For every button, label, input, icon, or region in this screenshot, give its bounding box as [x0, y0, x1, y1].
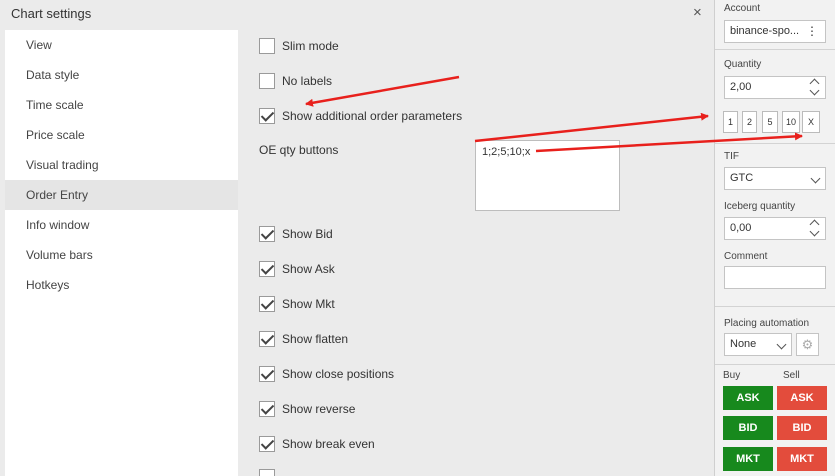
- buy-mkt-button[interactable]: MKT: [723, 447, 773, 471]
- settings-nav: View Data style Time scale Price scale V…: [5, 30, 238, 476]
- buy-ask-button[interactable]: ASK: [723, 386, 773, 410]
- option-show-break-even: Show break even: [259, 435, 375, 453]
- qty-button-x[interactable]: X: [802, 111, 820, 133]
- nav-item-price-scale[interactable]: Price scale: [5, 120, 238, 150]
- account-select[interactable]: binance-spo... ⋮: [724, 20, 826, 43]
- show-flatten-label: Show flatten: [282, 332, 349, 346]
- dialog-title: Chart settings: [11, 6, 92, 21]
- quantity-input[interactable]: 2,00: [724, 76, 826, 99]
- qty-button-5[interactable]: 5: [762, 111, 778, 133]
- nav-item-info-window[interactable]: Info window: [5, 210, 238, 240]
- show-bid-label: Show Bid: [282, 227, 333, 241]
- quantity-label: Quantity: [724, 59, 762, 70]
- show-mkt-checkbox[interactable]: [259, 296, 275, 312]
- account-label: Account: [724, 3, 761, 14]
- slim-mode-label: Slim mode: [282, 39, 339, 53]
- nav-item-time-scale[interactable]: Time scale: [5, 90, 238, 120]
- oe-qty-buttons-label: OE qty buttons: [259, 143, 339, 157]
- nav-item-hotkeys[interactable]: Hotkeys: [5, 270, 238, 300]
- divider: [715, 364, 835, 365]
- divider: [715, 143, 835, 144]
- comment-input[interactable]: [724, 266, 826, 289]
- placing-automation-label: Placing automation: [724, 318, 810, 329]
- nav-item-visual-trading[interactable]: Visual trading: [5, 150, 238, 180]
- placing-automation-value: None: [730, 338, 757, 350]
- show-break-even-label: Show break even: [282, 437, 375, 451]
- nav-item-view[interactable]: View: [5, 30, 238, 60]
- option-show-reverse: Show reverse: [259, 400, 355, 418]
- more-vertical-icon[interactable]: ⋮: [806, 21, 818, 42]
- option-slim-mode: Slim mode: [259, 37, 339, 55]
- gear-icon[interactable]: ⚙: [796, 333, 819, 356]
- option-no-labels: No labels: [259, 72, 332, 90]
- show-close-positions-checkbox[interactable]: [259, 366, 275, 382]
- oe-qty-buttons-input[interactable]: [475, 140, 620, 211]
- iceberg-input[interactable]: 0,00: [724, 217, 826, 240]
- sell-ask-button[interactable]: ASK: [777, 386, 827, 410]
- option-show-flatten: Show flatten: [259, 330, 348, 348]
- show-mkt-label: Show Mkt: [282, 297, 335, 311]
- decrement-icon[interactable]: [809, 85, 820, 96]
- iceberg-label: Iceberg quantity: [724, 201, 796, 212]
- slim-mode-checkbox[interactable]: [259, 38, 275, 54]
- chevron-down-icon: [776, 339, 787, 350]
- option-show-mkt: Show Mkt: [259, 295, 335, 313]
- additional-order-params-checkbox[interactable]: [259, 108, 275, 124]
- nav-item-volume-bars[interactable]: Volume bars: [5, 240, 238, 270]
- buy-bid-button[interactable]: BID: [723, 416, 773, 440]
- divider: [715, 306, 835, 307]
- show-reverse-label: Show reverse: [282, 402, 356, 416]
- qty-button-2[interactable]: 2: [742, 111, 757, 133]
- buy-column-label: Buy: [723, 370, 741, 381]
- close-icon[interactable]: ×: [693, 5, 702, 20]
- option-additional-order-params: Show additional order parameters: [259, 107, 462, 125]
- nav-item-data-style[interactable]: Data style: [5, 60, 238, 90]
- chart-settings-dialog: Chart settings × View Data style Time sc…: [0, 0, 714, 476]
- tif-label: TIF: [724, 151, 739, 162]
- show-bid-checkbox[interactable]: [259, 226, 275, 242]
- option-show-ask: Show Ask: [259, 260, 335, 278]
- show-ask-checkbox[interactable]: [259, 261, 275, 277]
- show-break-even-checkbox[interactable]: [259, 436, 275, 452]
- show-reverse-checkbox[interactable]: [259, 401, 275, 417]
- quantity-value: 2,00: [730, 81, 752, 93]
- comment-label: Comment: [724, 251, 768, 262]
- show-close-positions-label: Show close positions: [282, 367, 395, 381]
- sell-column-label: Sell: [783, 370, 800, 381]
- show-ask-label: Show Ask: [282, 262, 335, 276]
- qty-button-1[interactable]: 1: [723, 111, 738, 133]
- decrement-icon[interactable]: [809, 226, 820, 237]
- no-labels-label: No labels: [282, 74, 333, 88]
- option-show-close-positions: Show close positions: [259, 365, 394, 383]
- additional-order-params-label: Show additional order parameters: [282, 109, 463, 123]
- divider: [715, 49, 835, 50]
- partial-checkbox[interactable]: [259, 469, 275, 476]
- option-show-bid: Show Bid: [259, 225, 333, 243]
- sell-bid-button[interactable]: BID: [777, 416, 827, 440]
- iceberg-value: 0,00: [730, 222, 752, 234]
- placing-automation-select[interactable]: None: [724, 333, 792, 356]
- qty-button-10[interactable]: 10: [782, 111, 800, 133]
- account-value: binance-spo...: [730, 25, 800, 37]
- chevron-down-icon: [810, 173, 821, 184]
- show-flatten-checkbox[interactable]: [259, 331, 275, 347]
- tif-select[interactable]: GTC: [724, 167, 826, 190]
- tif-value: GTC: [730, 172, 754, 184]
- no-labels-checkbox[interactable]: [259, 73, 275, 89]
- sell-mkt-button[interactable]: MKT: [777, 447, 827, 471]
- nav-item-order-entry[interactable]: Order Entry: [5, 180, 238, 210]
